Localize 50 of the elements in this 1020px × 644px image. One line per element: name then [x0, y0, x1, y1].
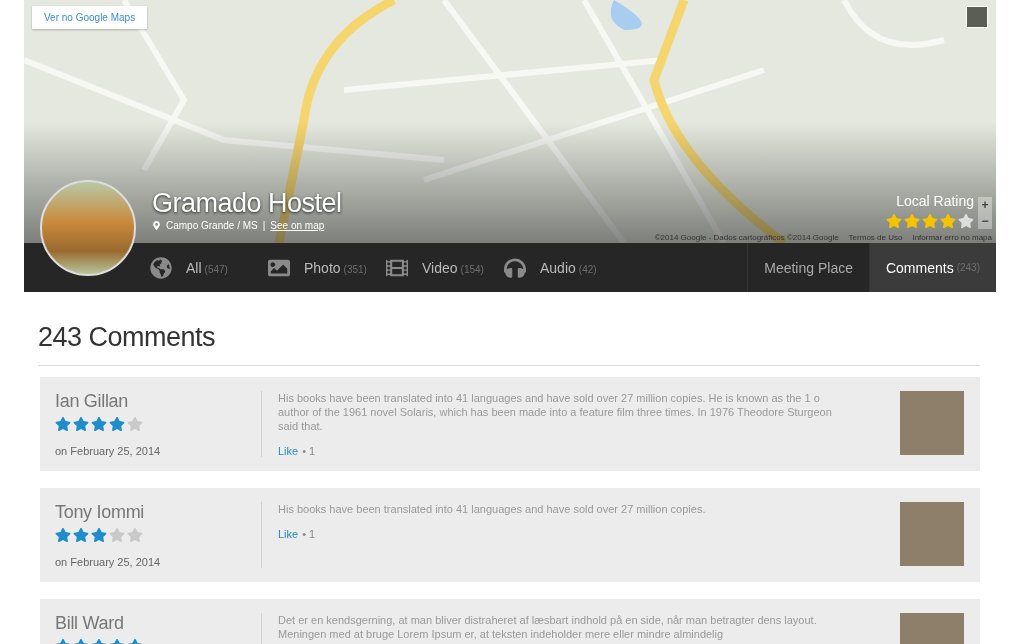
comment-text: Det er en kendsgerning, at man bliver distraheret af læsbart indhold på en side, når man betragter dens layout. Meningen med at bruge Lorem Ipsum er, at teksten indeholder mere eller mindre almindelig	[278, 613, 818, 641]
globe-icon	[150, 256, 172, 279]
user-avatar[interactable]	[966, 6, 988, 28]
comment-author: Bill Ward	[55, 613, 125, 634]
star-icon	[886, 213, 902, 229]
star-icon	[958, 213, 974, 229]
lake-drawing	[610, 0, 642, 30]
avatar-placeholder	[900, 391, 964, 455]
media-tab[interactable]: Audio (42)	[504, 243, 622, 292]
headphones-icon	[504, 256, 526, 279]
comment-text: His books have been translated into 41 languages and have sold over 27 million copies. He is known as the 1 o author of the 1961 novel Solaris, which has been made into a feature film three times. In 1976 Theodore Sturgeon said that.	[278, 391, 833, 433]
media-tab[interactable]: Photo (351)	[268, 243, 386, 292]
like-count: • 1	[302, 445, 316, 457]
location-text: Campo Grande / MS	[166, 220, 258, 231]
terms-link[interactable]: Termos de Uso	[848, 233, 903, 242]
comment-author: Tony Iommi	[55, 502, 146, 523]
like-count: • 1	[302, 528, 316, 540]
map-attribution: ©2014 Google - Dados cartográficos ©2014 Google	[654, 233, 839, 242]
location-pin-icon	[152, 221, 161, 230]
avatar-placeholder	[900, 502, 964, 566]
see-on-map-link[interactable]: See on map	[270, 220, 325, 231]
like-link[interactable]: Like	[278, 528, 299, 540]
star-icon	[127, 527, 143, 543]
star-icon	[940, 213, 956, 229]
star-icon	[127, 416, 143, 432]
comment-date: on February 25, 2014	[55, 556, 162, 568]
zoom-out-button[interactable]: −	[978, 213, 992, 229]
rating-label: Local Rating	[896, 193, 974, 209]
comment-date: on February 25, 2014	[55, 445, 162, 457]
report-link[interactable]: Informar erro no mapa	[912, 233, 992, 242]
comments-heading: 243 Comments	[38, 322, 980, 366]
media-tab[interactable]: Video (154)	[386, 243, 504, 292]
map-link[interactable]: Ver no Google Maps	[32, 6, 148, 29]
star-icon	[109, 416, 125, 432]
media-tab[interactable]: All (547)	[150, 243, 268, 292]
zoom-in-button[interactable]: +	[978, 197, 992, 213]
star-icon	[55, 527, 71, 543]
comment-text: His books have been translated into 41 languages and have sold over 27 million copies.	[278, 502, 707, 516]
star-icon	[91, 416, 107, 432]
star-icon	[904, 213, 920, 229]
star-icon	[55, 416, 71, 432]
star-icon	[922, 213, 938, 229]
section-tab[interactable]: Meeting Place	[747, 243, 869, 292]
like-link[interactable]: Like	[278, 445, 299, 457]
separator-text: |	[262, 220, 266, 231]
comment-author: Ian Gillan	[55, 391, 130, 412]
star-icon	[73, 527, 89, 543]
star-icon	[91, 527, 107, 543]
star-icon	[73, 416, 89, 432]
star-icon	[109, 527, 125, 543]
